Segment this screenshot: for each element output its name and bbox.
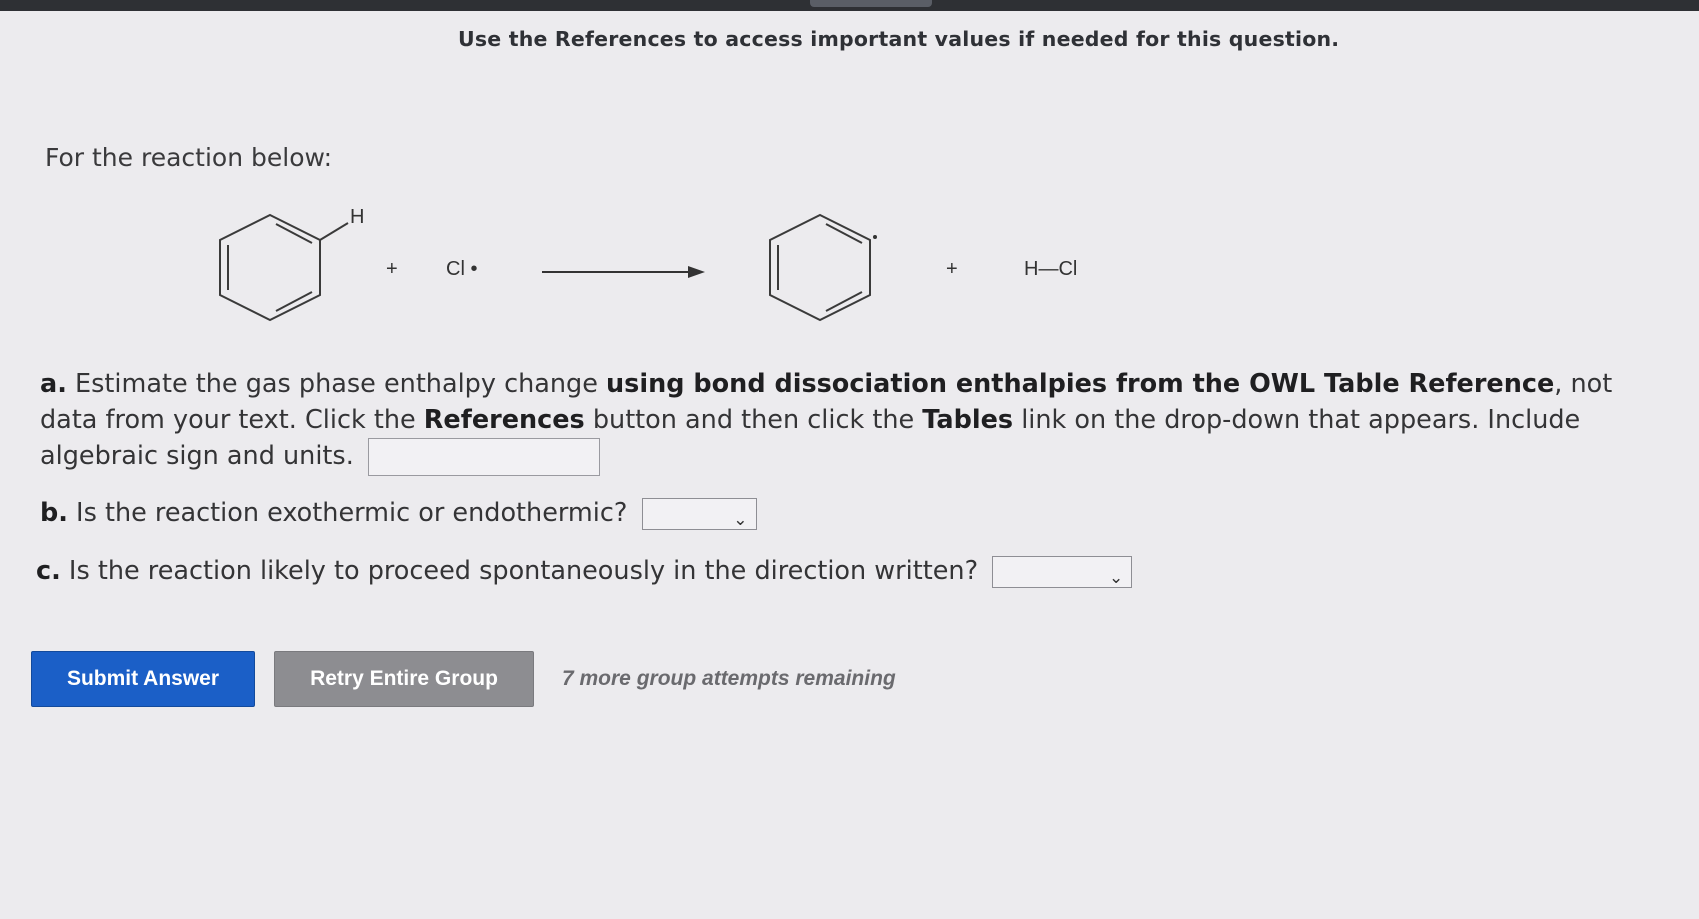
chevron-down-icon: ⌄ [733,510,748,530]
reaction-scheme: H + Cl • + H—Cl [219,206,1077,322]
part-a-letter: a. [40,369,67,399]
part-b-text: Is the reaction exothermic or endothermi… [67,498,628,528]
plus-sign-1: + [386,258,398,280]
hydrogen-chloride: H—Cl [1024,258,1077,280]
references-tab[interactable] [810,0,932,7]
part-a-text-1: Estimate the gas phase enthalpy change [66,369,607,399]
question-part-a: a. Estimate the gas phase enthalpy chang… [40,366,1660,476]
submit-answer-button[interactable]: Submit Answer [31,651,255,707]
question-part-b: b. Is the reaction exothermic or endothe… [40,495,757,531]
part-a-bold-1: using bond dissociation enthalpies from … [606,369,1555,399]
part-b-letter: b. [40,498,68,528]
question-part-c: c. Is the reaction likely to proceed spo… [36,553,1133,589]
part-c-letter: c. [36,556,61,586]
phenyl-radical-ring [769,213,871,322]
question-intro: For the reaction below: [45,143,332,172]
benzene-ring-reactant [219,213,349,322]
chevron-down-icon: ⌄ [1108,568,1124,588]
part-c-text: Is the reaction likely to proceed sponta… [60,556,979,586]
references-instruction: Use the References to access important v… [458,27,1340,51]
reaction-arrow [542,266,705,278]
chlorine-radical: Cl • [446,258,477,280]
retry-entire-group-button[interactable]: Retry Entire Group [274,651,534,707]
hydrogen-label: H [350,206,364,228]
radical-dot [873,235,877,239]
part-a-bold-tables: Tables [922,405,1014,435]
part-a-bold-references: References [423,405,585,435]
attempts-remaining: 7 more group attempts remaining [562,667,896,690]
part-a-text-3: button and then click the [584,405,923,435]
question-page: Use the References to access important v… [0,0,1699,919]
enthalpy-answer-input[interactable] [367,438,600,476]
spontaneous-select[interactable]: ⌄ [992,556,1133,588]
top-bar [0,0,1699,11]
exothermic-endothermic-select[interactable]: ⌄ [641,498,757,530]
plus-sign-2: + [946,258,958,280]
